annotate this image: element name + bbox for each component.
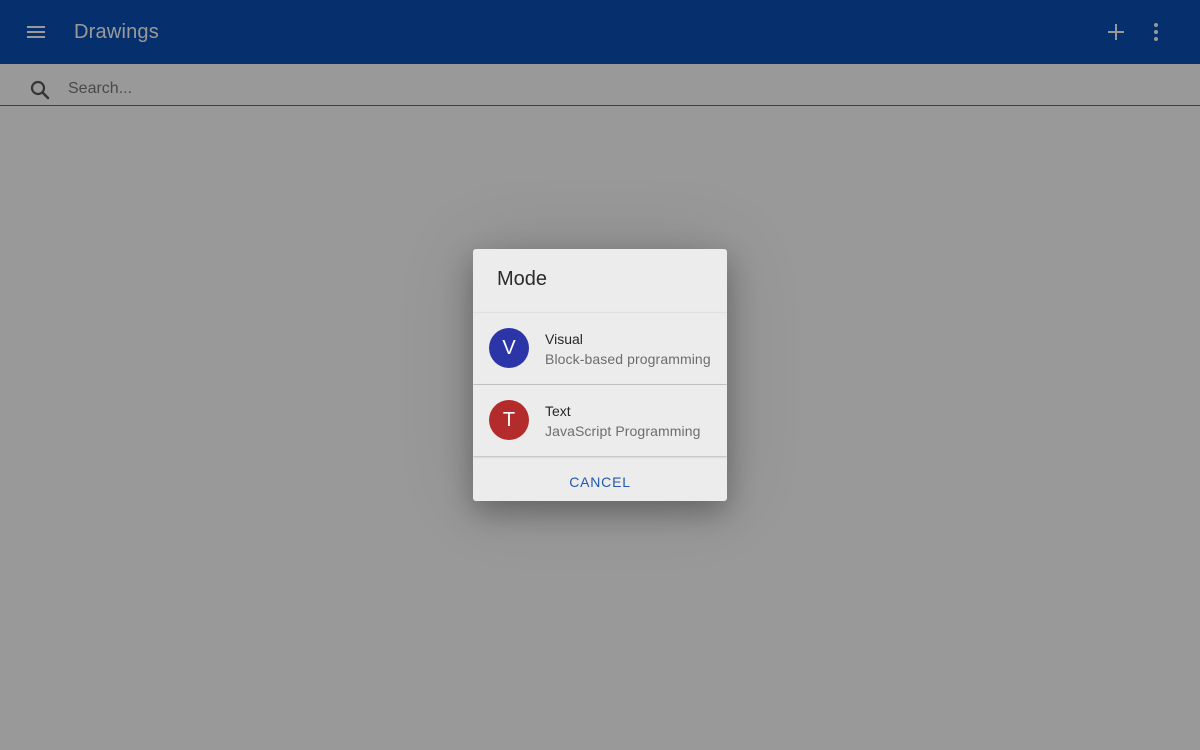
option-visual-description: Block-based programming (545, 351, 711, 367)
mode-dialog: Mode V Visual Block-based programming T … (473, 249, 727, 501)
dialog-title: Mode (497, 268, 548, 290)
option-text[interactable]: T Text JavaScript Programming (473, 385, 727, 456)
avatar-text: T (489, 400, 529, 440)
option-text-description: JavaScript Programming (545, 423, 701, 439)
cancel-button[interactable]: CANCEL (473, 457, 727, 501)
option-visual[interactable]: V Visual Block-based programming (473, 313, 727, 384)
avatar-visual: V (489, 328, 529, 368)
option-text-label: Text (545, 403, 571, 419)
dialog-actions: CANCEL (473, 457, 727, 501)
option-visual-label: Visual (545, 331, 583, 347)
